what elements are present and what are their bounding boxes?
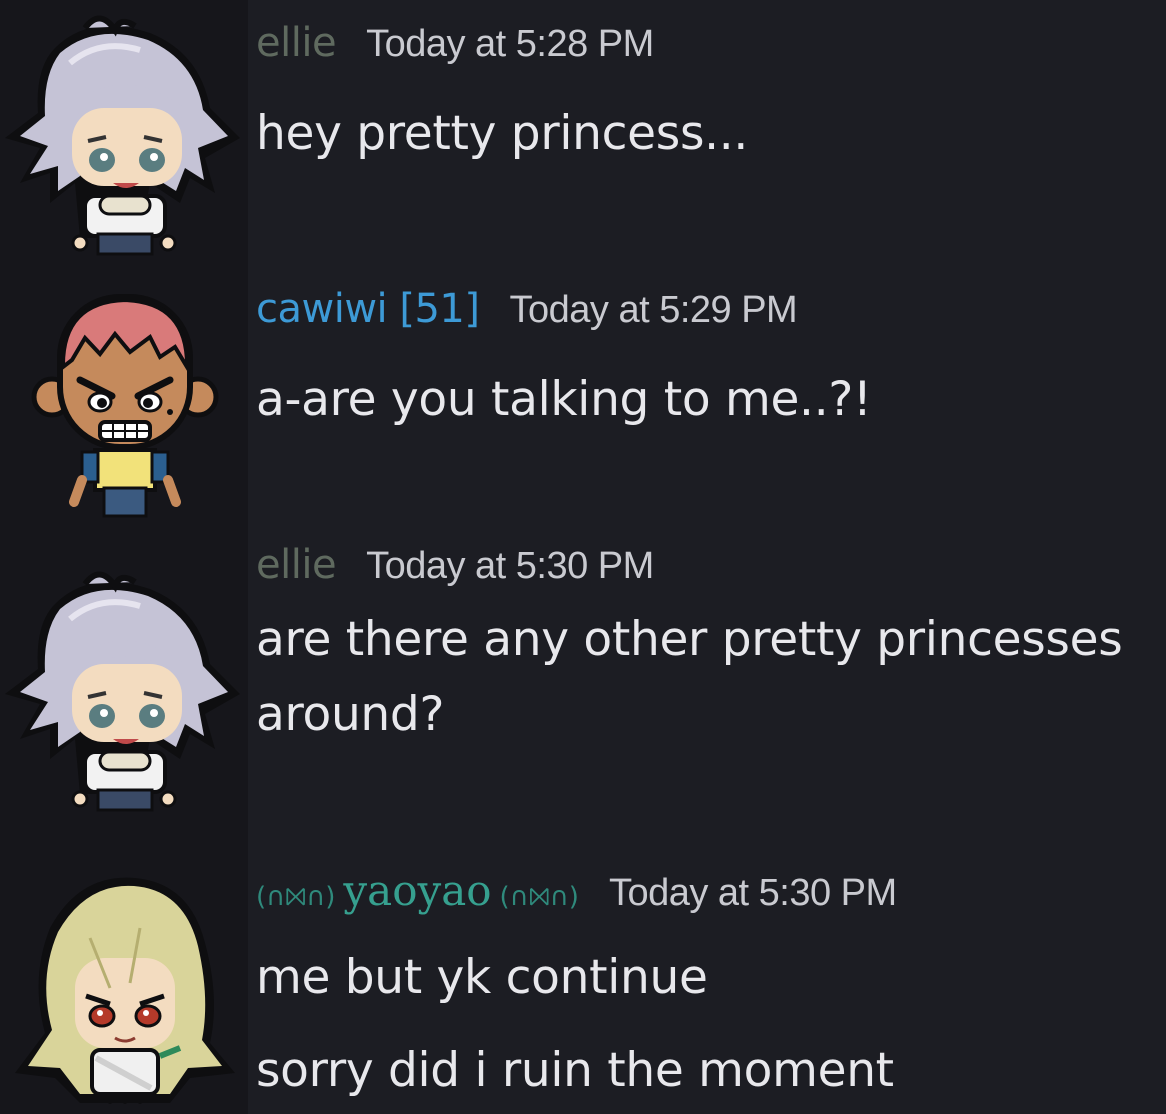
message-header: cawiwi [51] Today at 5:29 PM: [256, 286, 798, 332]
blonde-chibi-avatar[interactable]: [0, 858, 248, 1108]
timestamp: Today at 5:30 PM: [366, 545, 654, 587]
message-header: ellie Today at 5:30 PM: [256, 542, 654, 588]
message-text: are there any other pretty princesses: [256, 612, 1123, 667]
white-haired-chibi-avatar[interactable]: [0, 564, 248, 814]
message-header: (∩⨝∩) yaoyao (∩⨝∩) Today at 5:30 PM: [256, 866, 897, 915]
message-text: sorry did i ruin the moment: [256, 1043, 894, 1098]
message-cawiwi: cawiwi [51] Today at 5:29 PM a-are you t…: [0, 272, 1166, 532]
username[interactable]: yaoyao: [343, 866, 491, 915]
username-suffix: (∩⨝∩): [499, 882, 579, 912]
message-header: ellie Today at 5:28 PM: [256, 20, 654, 66]
timestamp: Today at 5:28 PM: [366, 23, 654, 65]
username[interactable]: cawiwi [51]: [256, 286, 480, 332]
message-ellie-2: ellie Today at 5:30 PM are there any oth…: [0, 532, 1166, 848]
message-yaoyao: (∩⨝∩) yaoyao (∩⨝∩) Today at 5:30 PM me b…: [0, 848, 1166, 1114]
white-haired-chibi-avatar[interactable]: [0, 8, 248, 258]
timestamp: Today at 5:29 PM: [509, 289, 798, 331]
username-prefix: (∩⨝∩): [256, 882, 336, 912]
timestamp: Today at 5:30 PM: [608, 872, 897, 914]
message-ellie-1: ellie Today at 5:28 PM hey pretty prince…: [0, 0, 1166, 272]
username[interactable]: ellie: [256, 20, 337, 66]
message-text: a-are you talking to me..?!: [256, 372, 872, 427]
message-text: me but yk continue: [256, 950, 708, 1005]
message-text: around?: [256, 687, 445, 742]
pink-haired-chibi-avatar[interactable]: [0, 272, 248, 522]
message-text: hey pretty princess...: [256, 106, 749, 161]
username[interactable]: ellie: [256, 542, 337, 588]
